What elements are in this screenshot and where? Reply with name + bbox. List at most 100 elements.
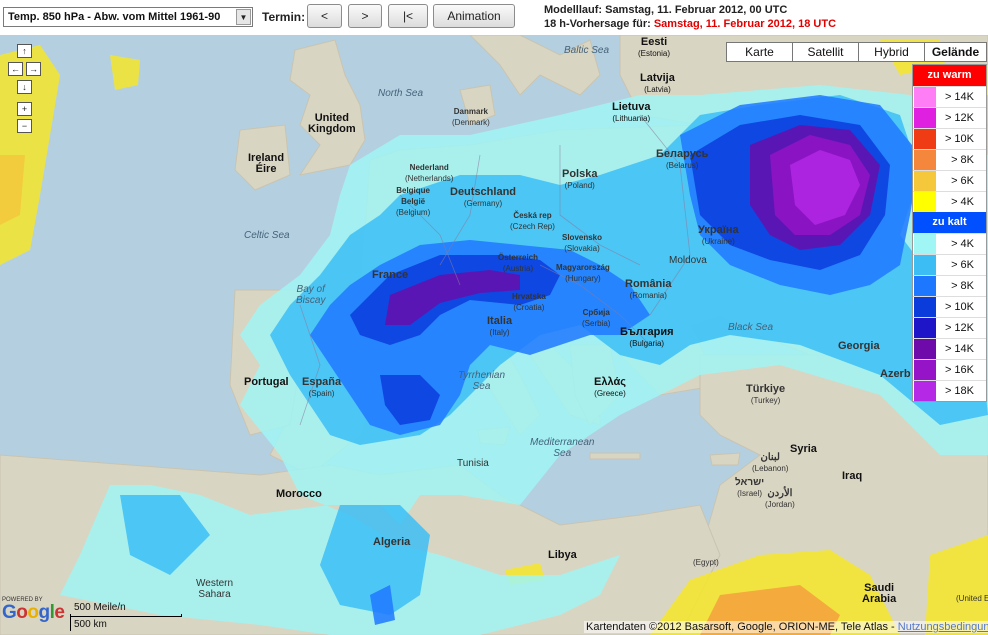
- legend-swatch: [914, 255, 936, 275]
- maptype-satellit-button[interactable]: Satellit: [792, 42, 859, 62]
- label-netherlands: Nederland (Netherlands): [405, 162, 453, 184]
- legend-label: > 14K: [944, 91, 974, 103]
- label-azerbaijan: Azerb: [880, 368, 911, 380]
- legend-cold-row: > 12K: [913, 317, 986, 338]
- label-tyrrhenian-line1: Tyrrhenian: [458, 370, 506, 381]
- label-ukraine: Україна (Ukraine): [698, 225, 739, 247]
- animation-button[interactable]: Animation: [433, 4, 515, 28]
- label-poland: Polska (Poland): [562, 169, 597, 191]
- label-lebanon: لبنان (Lebanon): [752, 452, 788, 474]
- map-canvas[interactable]: Baltic Sea Eesti (Estonia) Latvija (Latvia…: [0, 35, 988, 635]
- label-estonia-name: Eesti: [640, 36, 668, 48]
- label-croatia-name: Hrvatska: [512, 292, 546, 301]
- legend-warm-row: > 14K: [913, 86, 986, 107]
- legend-warm-list: > 14K > 12K > 10K > 8K > 6K > 4K: [913, 86, 986, 212]
- forecast-text: 18 h-Vorhersage für: Samstag, 11. Februa…: [544, 17, 836, 31]
- label-tyrrhenian-line2: Sea: [472, 381, 491, 392]
- label-slovakia-sub: (Slovakia): [564, 244, 600, 253]
- google-wordmark: Google: [2, 602, 65, 623]
- label-greece: Ελλάς (Greece): [594, 377, 626, 399]
- label-romania-name: România: [625, 278, 672, 290]
- pan-down-button[interactable]: ↓: [17, 80, 32, 94]
- legend-cold-row: > 14K: [913, 338, 986, 359]
- legend-label: > 12K: [944, 112, 974, 124]
- legend-swatch: [914, 234, 936, 254]
- label-spain: España (Spain): [302, 377, 341, 399]
- first-button[interactable]: |<: [388, 4, 428, 28]
- label-med-line1: Mediterranean: [530, 437, 595, 448]
- label-saudi-line2: Arabia: [862, 593, 897, 605]
- label-belgium-line2: België: [401, 197, 426, 206]
- maptype-gelande-button[interactable]: Gelände: [924, 42, 987, 62]
- label-italy-sub: (Italy): [489, 328, 510, 337]
- legend-swatch: [914, 381, 936, 401]
- label-bay-of-biscay: Bay of Biscay: [296, 284, 325, 306]
- label-estonia: Eesti (Estonia): [638, 37, 670, 59]
- label-serbia: Србија (Serbia): [582, 307, 610, 329]
- label-hungary: Magyarország (Hungary): [556, 262, 610, 284]
- label-greece-sub: (Greece): [594, 389, 626, 398]
- legend-label: > 10K: [944, 133, 974, 145]
- label-belarus-sub: (Belarus): [665, 161, 699, 170]
- label-lebanon-name: لبنان: [760, 452, 780, 463]
- scale-bar: 500 Meile/n 500 km: [70, 600, 185, 632]
- terms-link[interactable]: Nutzungsbedingungen: [898, 621, 988, 633]
- label-algeria: Algeria: [373, 536, 411, 548]
- label-hungary-name: Magyarország: [556, 263, 610, 272]
- chevron-down-icon[interactable]: ▼: [236, 9, 251, 25]
- label-united-kingdom: United Kingdom: [308, 113, 356, 135]
- legend-label: > 4K: [951, 196, 974, 208]
- legend-cold-row: > 6K: [913, 254, 986, 275]
- pan-up-button[interactable]: ↑: [17, 44, 32, 58]
- legend-label: > 10K: [944, 301, 974, 313]
- label-netherlands-sub: (Netherlands): [405, 174, 454, 183]
- label-israel-name: ישראל: [735, 477, 765, 488]
- maptype-hybrid-button[interactable]: Hybrid: [858, 42, 925, 62]
- label-jordan: الأردن (Jordan): [765, 488, 795, 510]
- maptype-karte-button[interactable]: Karte: [726, 42, 793, 62]
- label-georgia: Georgia: [838, 340, 880, 352]
- label-portugal: Portugal: [244, 376, 289, 388]
- label-estonia-sub: (Estonia): [638, 49, 671, 58]
- layer-select[interactable]: Temp. 850 hPa - Abw. vom Mittel 1961-90 …: [3, 7, 253, 27]
- toolbar: Temp. 850 hPa - Abw. vom Mittel 1961-90 …: [0, 0, 988, 35]
- label-moldova: Moldova: [669, 255, 707, 266]
- legend-cold-header: zu kalt: [913, 212, 986, 233]
- label-czech: Česká rep (Czech Rep): [510, 210, 555, 232]
- label-saudi-arabia: Saudi Arabia: [862, 583, 896, 605]
- label-latvia-sub: (Latvia): [644, 85, 671, 94]
- label-greece-name: Ελλάς: [594, 376, 626, 388]
- legend-swatch: [914, 129, 936, 149]
- label-germany-name: Deutschland: [450, 186, 517, 198]
- label-baltic-sea: Baltic Sea: [564, 45, 610, 56]
- google-logo[interactable]: POWERED BY Google: [2, 597, 65, 623]
- label-croatia-sub: (Croatia): [513, 303, 545, 312]
- label-austria-name: Österreich: [498, 253, 539, 262]
- termin-label: Termin:: [262, 10, 306, 24]
- next-button[interactable]: >: [348, 4, 382, 28]
- legend-swatch: [914, 360, 936, 380]
- label-italy: Italia (Italy): [487, 316, 512, 338]
- label-ws-line2: Sahara: [198, 589, 231, 600]
- legend-cold-row: > 18K: [913, 380, 986, 401]
- label-netherlands-name: Nederland: [409, 163, 449, 172]
- label-med-line2: Sea: [553, 448, 572, 459]
- pan-left-button[interactable]: ←: [8, 62, 23, 76]
- zoom-out-button[interactable]: −: [17, 119, 32, 133]
- zoom-in-button[interactable]: +: [17, 102, 32, 116]
- attribution: Kartendaten ©2012 Basarsoft, Google, ORI…: [584, 621, 988, 633]
- legend-swatch: [914, 276, 936, 296]
- previous-button[interactable]: <: [307, 4, 342, 28]
- label-spain-name: España: [302, 376, 342, 388]
- pan-right-button[interactable]: →: [26, 62, 41, 76]
- label-denmark-name: Danmark: [453, 107, 489, 116]
- attribution-text: Kartendaten ©2012 Basarsoft, Google, ORI…: [586, 621, 898, 633]
- label-poland-sub: (Poland): [564, 181, 595, 190]
- legend-label: > 6K: [951, 175, 974, 187]
- label-israel: ישראל (Israel): [735, 477, 764, 499]
- legend: zu warm > 14K > 12K > 10K > 8K > 6K > 4K zu k…: [912, 64, 987, 402]
- legend-label: > 12K: [944, 322, 974, 334]
- label-czech-name: Česká rep: [513, 211, 552, 220]
- label-ireland-line2: Éire: [255, 163, 277, 175]
- label-czech-sub: (Czech Rep): [510, 222, 555, 231]
